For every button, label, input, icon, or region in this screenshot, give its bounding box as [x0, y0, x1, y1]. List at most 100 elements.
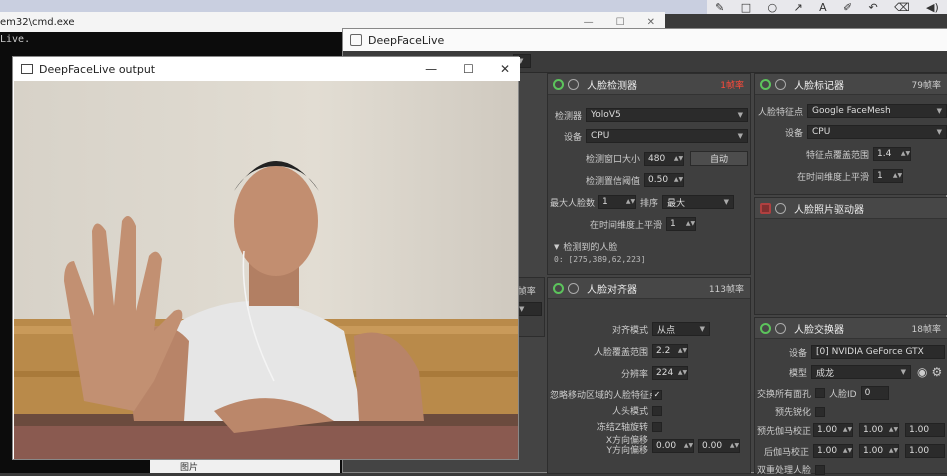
pencil-icon[interactable]: ✎	[715, 1, 724, 14]
webcam-image	[14, 81, 518, 459]
pre-gamma-g-spinner[interactable]: 1.00 ▲▼	[859, 423, 899, 437]
window-size-spinner[interactable]: 480 ▲▼	[644, 151, 684, 166]
volume-icon[interactable]: ◀)	[926, 1, 939, 14]
align-coverage-spinner[interactable]: 2.2 ▲▼	[652, 344, 688, 358]
align-mode-select[interactable]: 从点 ▼	[652, 322, 710, 336]
face-marker-panel: 人脸标记器 79帧率 人脸特征点 Google FaceMesh ▼ 设备 CPU…	[754, 73, 947, 195]
chevron-down-icon: ▼	[737, 132, 743, 140]
minimize-icon[interactable]: —	[425, 62, 437, 76]
marker-type-select[interactable]: Google FaceMesh ▼	[807, 104, 947, 118]
maximize-icon[interactable]: ☐	[463, 62, 474, 76]
maximize-icon[interactable]: ☐	[616, 17, 625, 28]
close-icon[interactable]: ✕	[647, 17, 655, 28]
spin-arrows-icon[interactable]: ▲▼	[674, 177, 683, 183]
settings-icon[interactable]	[775, 322, 786, 334]
chevron-down-icon: ▼	[519, 305, 525, 313]
threshold-spinner[interactable]: 0.50 ▲▼	[644, 173, 684, 187]
post-gamma-r-spinner[interactable]: 1.00 ▲▼	[813, 444, 853, 458]
face-aligner-fps: 113帧率	[708, 284, 744, 295]
model-select[interactable]: 成龙 ▼	[811, 365, 911, 379]
spin-arrows-icon[interactable]: ▲▼	[843, 427, 852, 433]
marker-device-select[interactable]: CPU ▼	[807, 125, 947, 139]
auto-button[interactable]: 自动	[690, 151, 748, 166]
spin-arrows-icon[interactable]: ▲▼	[901, 151, 910, 157]
post-gamma-g-spinner[interactable]: 1.00 ▲▼	[859, 444, 899, 458]
temporal-smooth-label: 在时间维度上平滑	[589, 220, 662, 231]
marker-coverage-spinner[interactable]: 1.4 ▲▼	[873, 147, 911, 161]
face-aligner-title: 人脸对齐器	[587, 284, 637, 296]
swap-device-select[interactable]: [0] NVIDIA GeForce GTX	[811, 345, 945, 359]
marker-icon[interactable]: ✐	[843, 1, 852, 14]
undo-icon[interactable]: ↶	[869, 1, 878, 14]
post-gamma-b-spinner[interactable]: 1.00	[905, 444, 945, 458]
eye-icon[interactable]: ◉	[917, 365, 927, 379]
y-offset-spinner[interactable]: 0.00 ▲▼	[698, 439, 740, 453]
offset-labels: X方向偏移 Y方向偏移	[550, 436, 648, 456]
settings-icon[interactable]	[568, 78, 579, 90]
face-animator-panel: 人脸照片驱动器	[754, 197, 947, 315]
swap-all-checkbox[interactable]	[815, 388, 826, 398]
spin-arrows-icon[interactable]: ▲▼	[684, 443, 693, 449]
dfl-title-bar[interactable]: DeepFaceLive	[343, 29, 947, 51]
spin-arrows-icon[interactable]: ▲▼	[674, 155, 683, 162]
power-icon[interactable]	[553, 282, 564, 294]
max-faces-spinner[interactable]: 1 ▲▼	[598, 195, 636, 209]
face-swapper-title: 人脸交换器	[794, 324, 844, 336]
marker-temporal-spinner[interactable]: 1 ▲▼	[873, 169, 903, 183]
spin-arrows-icon[interactable]: ▲▼	[626, 199, 635, 205]
face-detector-title: 人脸检测器	[587, 80, 637, 92]
chevron-down-icon: ▼	[900, 368, 906, 376]
close-icon[interactable]: ✕	[500, 62, 510, 76]
pre-gamma-b-spinner[interactable]: 1.00	[905, 423, 945, 437]
spin-arrows-icon[interactable]: ▲▼	[889, 448, 898, 454]
temporal-smooth-spinner[interactable]: 1 ▲▼	[666, 217, 696, 231]
settings-icon[interactable]	[568, 282, 579, 294]
spin-arrows-icon[interactable]: ▲▼	[843, 448, 852, 454]
text-icon[interactable]: A	[819, 1, 827, 14]
spin-arrows-icon[interactable]: ▲▼	[730, 443, 739, 449]
output-window[interactable]: DeepFaceLive output — ☐ ✕	[12, 56, 520, 460]
trash-icon[interactable]: ⌫	[894, 1, 910, 14]
sort-select[interactable]: 最大 ▼	[662, 195, 735, 209]
resolution-spinner[interactable]: 224 ▲▼	[652, 366, 688, 380]
taskbar-item[interactable]: 图片	[150, 460, 340, 473]
face-id-spinner[interactable]: 0	[860, 386, 889, 400]
output-title-bar[interactable]: DeepFaceLive output — ☐ ✕	[13, 57, 520, 81]
pre-sharpen-checkbox[interactable]	[815, 406, 825, 417]
power-icon[interactable]	[760, 78, 771, 90]
detected-faces-toggle[interactable]: ▼ 检测到的人脸	[554, 240, 617, 254]
spin-arrows-icon[interactable]: ▲▼	[889, 427, 898, 433]
arrow-icon[interactable]: ↗	[793, 1, 802, 14]
settings-icon[interactable]	[775, 202, 786, 214]
settings-icon[interactable]	[775, 78, 786, 90]
spin-arrows-icon[interactable]: ▲▼	[686, 221, 695, 227]
x-offset-spinner[interactable]: 0.00 ▲▼	[652, 439, 694, 453]
exclude-moving-checkbox[interactable]: ✓	[652, 389, 662, 400]
face-id-label: 人脸ID	[829, 389, 857, 400]
cmd-output: Live.	[0, 34, 31, 45]
spin-arrows-icon[interactable]: ▲▼	[678, 370, 687, 376]
power-icon[interactable]	[553, 78, 564, 90]
device-select[interactable]: CPU ▼	[586, 129, 748, 143]
chevron-down-icon: ▼	[699, 325, 705, 333]
freeze-z-checkbox[interactable]	[652, 421, 662, 432]
chevron-down-icon: ▼	[737, 111, 743, 119]
triangle-down-icon: ▼	[554, 242, 560, 251]
pre-gamma-r-spinner[interactable]: 1.00 ▲▼	[813, 423, 853, 437]
head-mode-checkbox[interactable]	[652, 405, 662, 416]
detector-select[interactable]: YoloV5 ▼	[586, 108, 748, 122]
face-swapper-header: 人脸交换器 18帧率	[755, 318, 947, 339]
device-label: 设备	[563, 132, 582, 143]
minimize-icon[interactable]: —	[584, 17, 594, 28]
spin-arrows-icon[interactable]: ▲▼	[678, 348, 687, 354]
spin-arrows-icon[interactable]: ▲▼	[893, 173, 902, 179]
detector-label: 检测器	[554, 111, 582, 122]
sort-label: 排序	[640, 198, 659, 209]
power-icon[interactable]	[760, 322, 771, 334]
power-off-icon[interactable]	[760, 202, 771, 214]
settings-icon[interactable]: ⚙	[931, 365, 942, 379]
video-frame	[14, 81, 518, 459]
circle-icon[interactable]: ○	[768, 1, 778, 14]
two-pass-checkbox[interactable]	[815, 464, 825, 475]
square-icon[interactable]: □	[741, 1, 751, 14]
